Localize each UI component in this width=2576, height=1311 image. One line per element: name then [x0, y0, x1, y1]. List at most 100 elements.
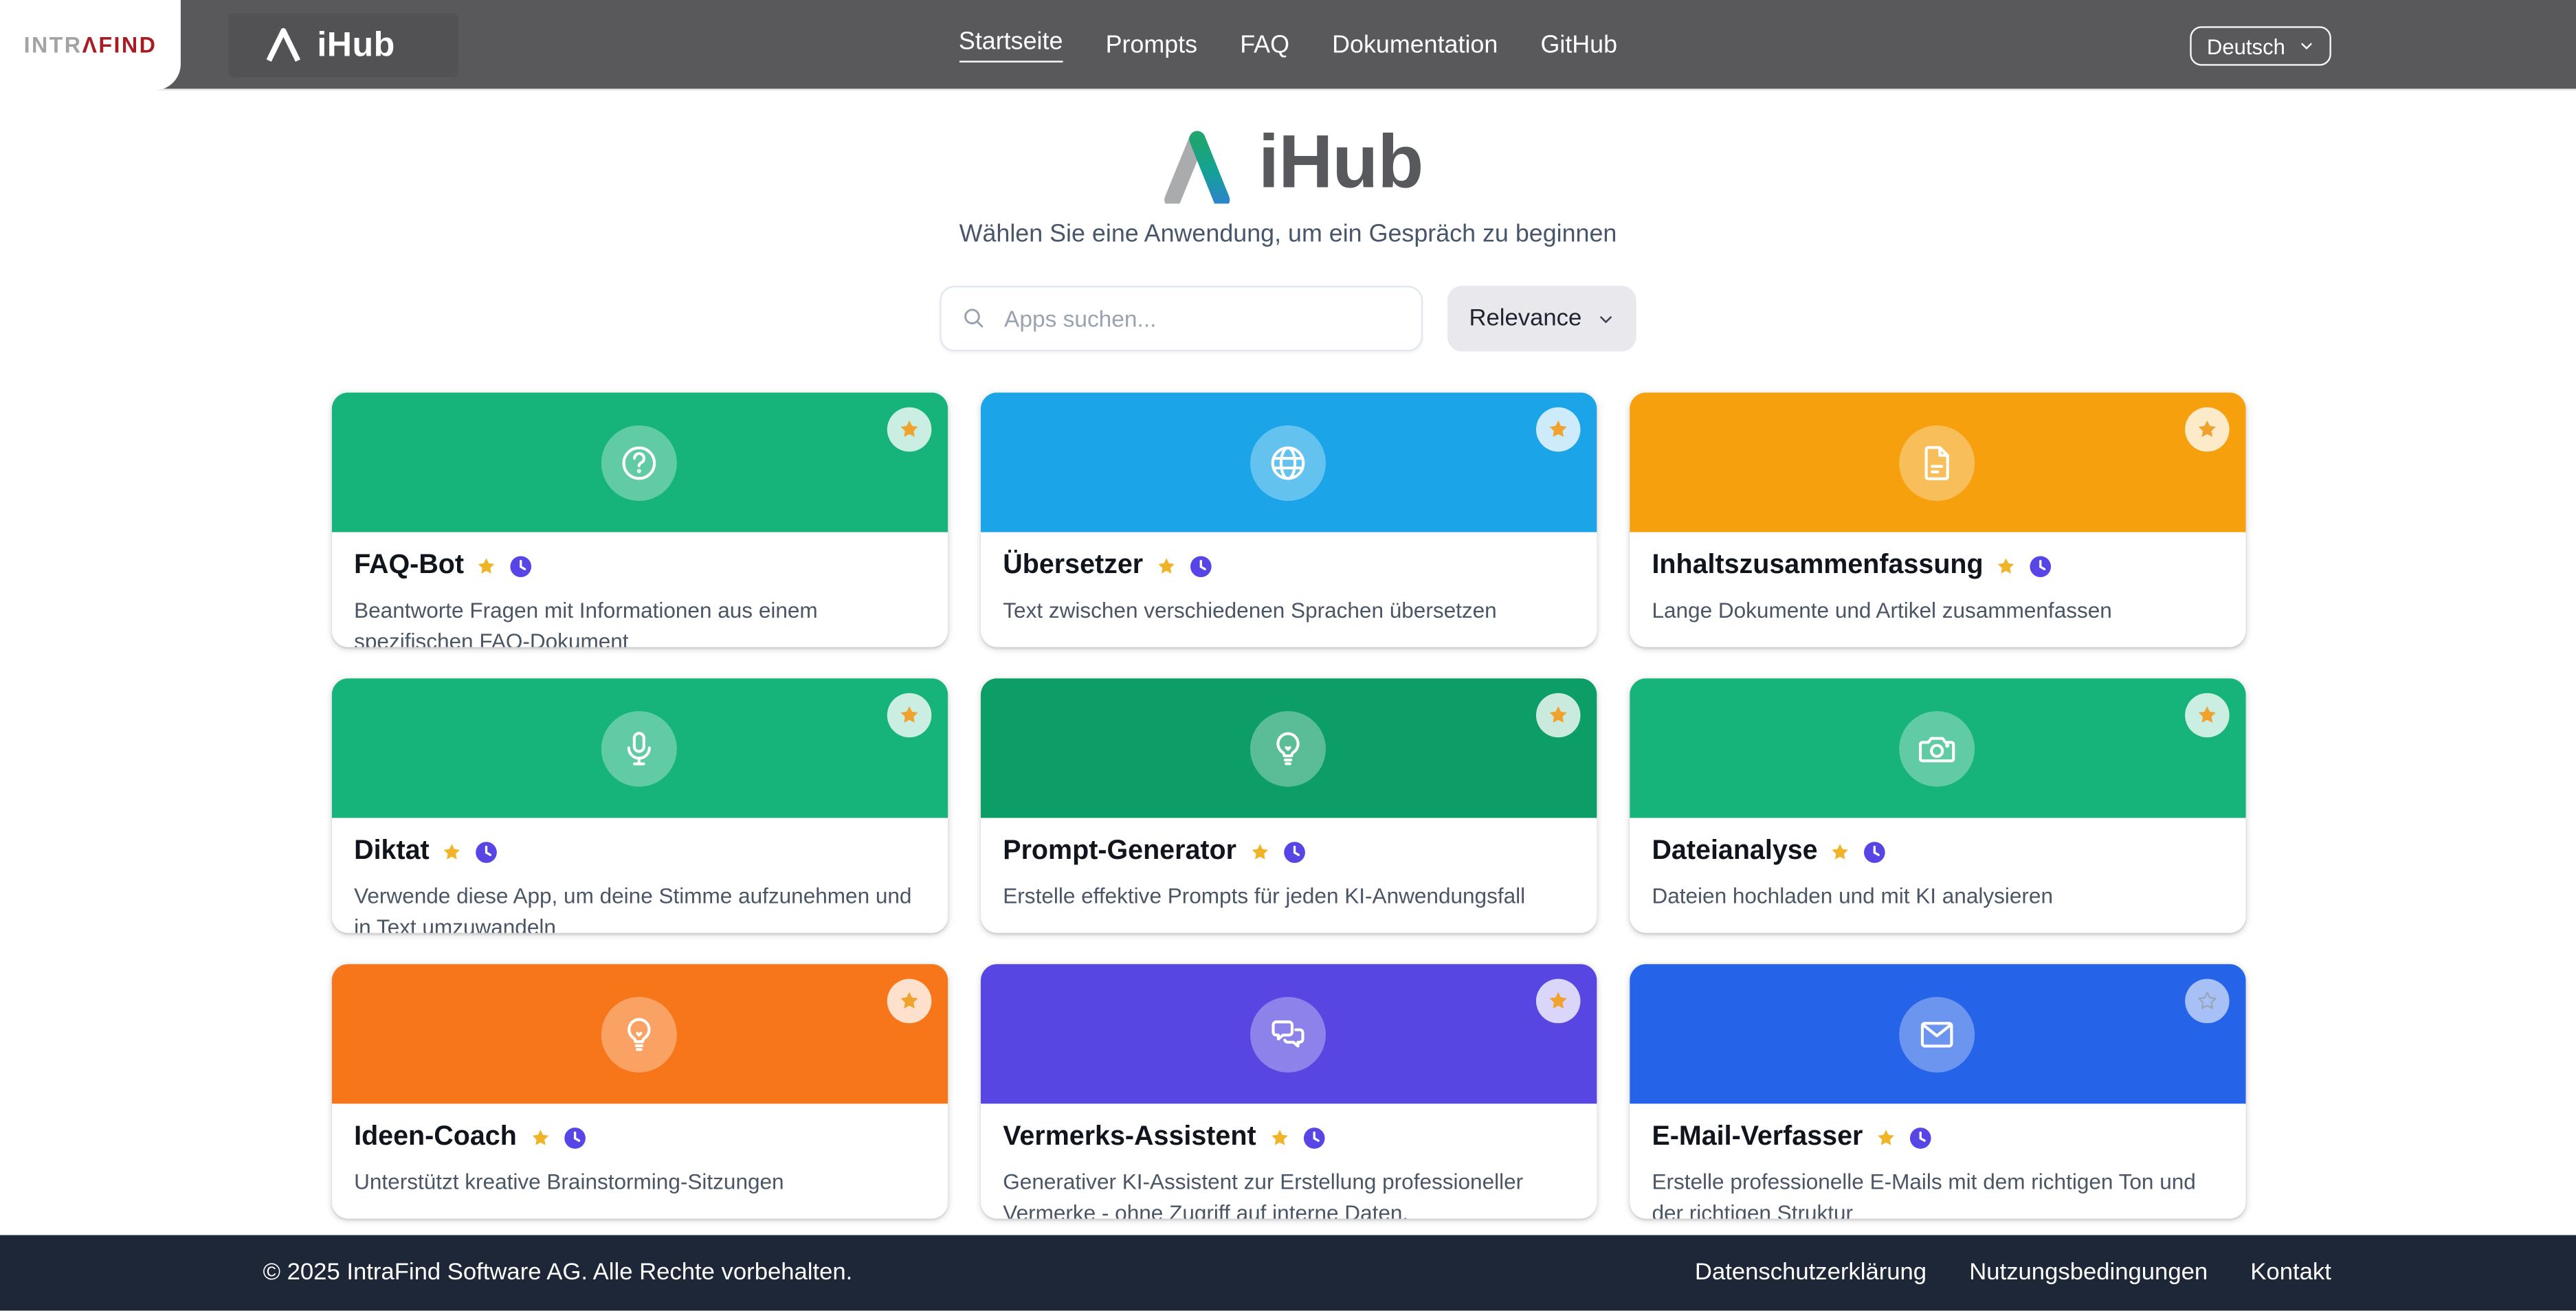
nav-item-dokumentation[interactable]: Dokumentation [1332, 31, 1498, 59]
ihub-gradient-lambda-icon [1153, 118, 1242, 203]
clock-badge-icon [2030, 554, 2052, 577]
nav-item-github[interactable]: GitHub [1540, 31, 1617, 59]
nav-item-faq[interactable]: FAQ [1240, 31, 1289, 59]
app-title: Prompt-Generator [1003, 836, 1236, 867]
favorite-star-button[interactable] [887, 693, 931, 738]
favorite-star-icon [1874, 1126, 1897, 1149]
star-icon [1545, 989, 1570, 1013]
app-card[interactable]: Übersetzer Text zwischen verschiedenen S… [980, 392, 1596, 647]
app-card-body: Dateianalyse Dateien hochladen und mit K… [1629, 818, 2245, 912]
app-title: E-Mail-Verfasser [1652, 1122, 1863, 1153]
ihub-lambda-icon [263, 28, 304, 63]
app-card-body: E-Mail-Verfasser Erstelle professionelle… [1629, 1103, 2245, 1218]
favorite-star-icon [441, 840, 463, 863]
app-card-header [1629, 964, 2245, 1103]
star-icon [896, 703, 921, 728]
favorite-star-button[interactable] [1535, 693, 1580, 738]
app-description: Lange Dokumente und Artikel zusammenfass… [1652, 594, 2221, 626]
app-card[interactable]: Inhaltszusammenfassung Lange Dokumente u… [1629, 392, 2245, 647]
intrafind-logo-text: INTRΛFIND [24, 33, 157, 58]
favorite-star-button[interactable] [2184, 979, 2229, 1024]
star-icon [896, 417, 921, 442]
app-card-header [980, 678, 1596, 818]
app-card[interactable]: Prompt-Generator Erstelle effektive Prom… [980, 678, 1596, 932]
star-icon [1545, 417, 1570, 442]
ihub-brand-name: iHub [317, 25, 395, 65]
app-icon-circle [1899, 425, 1975, 500]
toolbar: Relevance [0, 286, 2576, 352]
app-icon [618, 727, 660, 770]
top-header-bar: INTRΛFIND iHub Startseite Prompts FAQ Do… [0, 0, 2576, 90]
favorite-star-button[interactable] [2184, 407, 2229, 452]
nav-item-prompts[interactable]: Prompts [1106, 31, 1198, 59]
app-card[interactable]: E-Mail-Verfasser Erstelle professionelle… [1629, 964, 2245, 1218]
footer-links: Datenschutzerklärung Nutzungsbedingungen… [1695, 1259, 2331, 1286]
favorite-star-button[interactable] [2184, 693, 2229, 738]
star-icon [896, 989, 921, 1013]
app-description: Erstelle professionelle E-Mails mit dem … [1652, 1166, 2221, 1218]
hero-section: iHub Wählen Sie eine Anwendung, um ein G… [0, 117, 2576, 248]
app-title: Inhaltszusammenfassung [1652, 550, 1983, 581]
favorite-star-button[interactable] [887, 979, 931, 1024]
footer-link-kontakt[interactable]: Kontakt [2250, 1259, 2331, 1286]
app-card[interactable]: Diktat Verwende diese App, um deine Stim… [331, 678, 947, 932]
clock-badge-icon [476, 840, 498, 863]
app-icon-circle [601, 710, 677, 786]
chevron-down-icon [1597, 310, 1614, 328]
ihub-header-brand[interactable]: iHub [263, 0, 395, 90]
app-icon [618, 1013, 660, 1055]
clock-badge-icon [510, 554, 533, 577]
clock-badge-icon [1189, 554, 1212, 577]
app-card-header [331, 964, 947, 1103]
language-value: Deutsch [2207, 34, 2285, 58]
app-card-body: Diktat Verwende diese App, um deine Stim… [331, 818, 947, 932]
footer-link-nutzungsbedingungen[interactable]: Nutzungsbedingungen [1969, 1259, 2208, 1286]
app-card-body: FAQ-Bot Beantworte Fragen mit Informatio… [331, 532, 947, 647]
app-description: Verwende diese App, um deine Stimme aufz… [354, 880, 924, 932]
app-icon-circle [1250, 710, 1326, 786]
clock-badge-icon [1864, 840, 1887, 863]
favorite-star-button[interactable] [887, 407, 931, 452]
favorite-star-button[interactable] [1535, 407, 1580, 452]
footer-link-datenschutz[interactable]: Datenschutzerklärung [1695, 1259, 1927, 1286]
copyright-text: © 2025 IntraFind Software AG. Alle Recht… [263, 1259, 852, 1286]
app-title: Diktat [354, 836, 430, 867]
app-card[interactable]: Vermerks-Assistent Generativer KI-Assist… [980, 964, 1596, 1218]
clock-badge-icon [1302, 1126, 1325, 1149]
search-input[interactable] [940, 286, 1423, 352]
app-icon [1916, 1013, 1958, 1055]
clock-badge-icon [1283, 840, 1305, 863]
nav-item-startseite[interactable]: Startseite [959, 28, 1063, 63]
app-title: Übersetzer [1003, 550, 1143, 581]
favorite-star-icon [1248, 840, 1271, 863]
favorite-star-icon [476, 554, 498, 577]
favorite-star-button[interactable] [1535, 979, 1580, 1024]
page-subtitle: Wählen Sie eine Anwendung, um ein Gesprä… [0, 220, 2576, 248]
app-card-body: Prompt-Generator Erstelle effektive Prom… [980, 818, 1596, 912]
app-card-body: Übersetzer Text zwischen verschiedenen S… [980, 532, 1596, 626]
favorite-star-icon [1155, 554, 1177, 577]
intrafind-logo[interactable]: INTRΛFIND [0, 0, 181, 90]
app-card[interactable]: FAQ-Bot Beantworte Fragen mit Informatio… [331, 392, 947, 647]
language-select[interactable]: Deutsch [2190, 26, 2331, 65]
hero-logo: iHub [0, 117, 2576, 205]
app-icon [1267, 1013, 1309, 1055]
app-description: Unterstützt kreative Brainstorming-Sitzu… [354, 1166, 924, 1198]
favorite-star-icon [1267, 1126, 1290, 1149]
page-title: iHub [1258, 117, 1423, 205]
app-title: Vermerks-Assistent [1003, 1122, 1256, 1153]
app-description: Generativer KI-Assistent zur Erstellung … [1003, 1166, 1573, 1218]
app-description: Beantworte Fragen mit Informationen aus … [354, 594, 924, 647]
sort-select[interactable]: Relevance [1447, 286, 1636, 352]
app-title: Ideen-Coach [354, 1122, 517, 1153]
app-title: Dateianalyse [1652, 836, 1817, 867]
app-icon [1916, 441, 1958, 484]
search-icon [962, 306, 986, 330]
app-card[interactable]: Ideen-Coach Unterstützt kreative Brainst… [331, 964, 947, 1218]
footer: © 2025 IntraFind Software AG. Alle Recht… [0, 1235, 2576, 1311]
app-icon-circle [1899, 996, 1975, 1072]
star-icon [1545, 703, 1570, 728]
app-card[interactable]: Dateianalyse Dateien hochladen und mit K… [1629, 678, 2245, 932]
app-card-header [980, 964, 1596, 1103]
clock-badge-icon [1909, 1126, 1931, 1149]
